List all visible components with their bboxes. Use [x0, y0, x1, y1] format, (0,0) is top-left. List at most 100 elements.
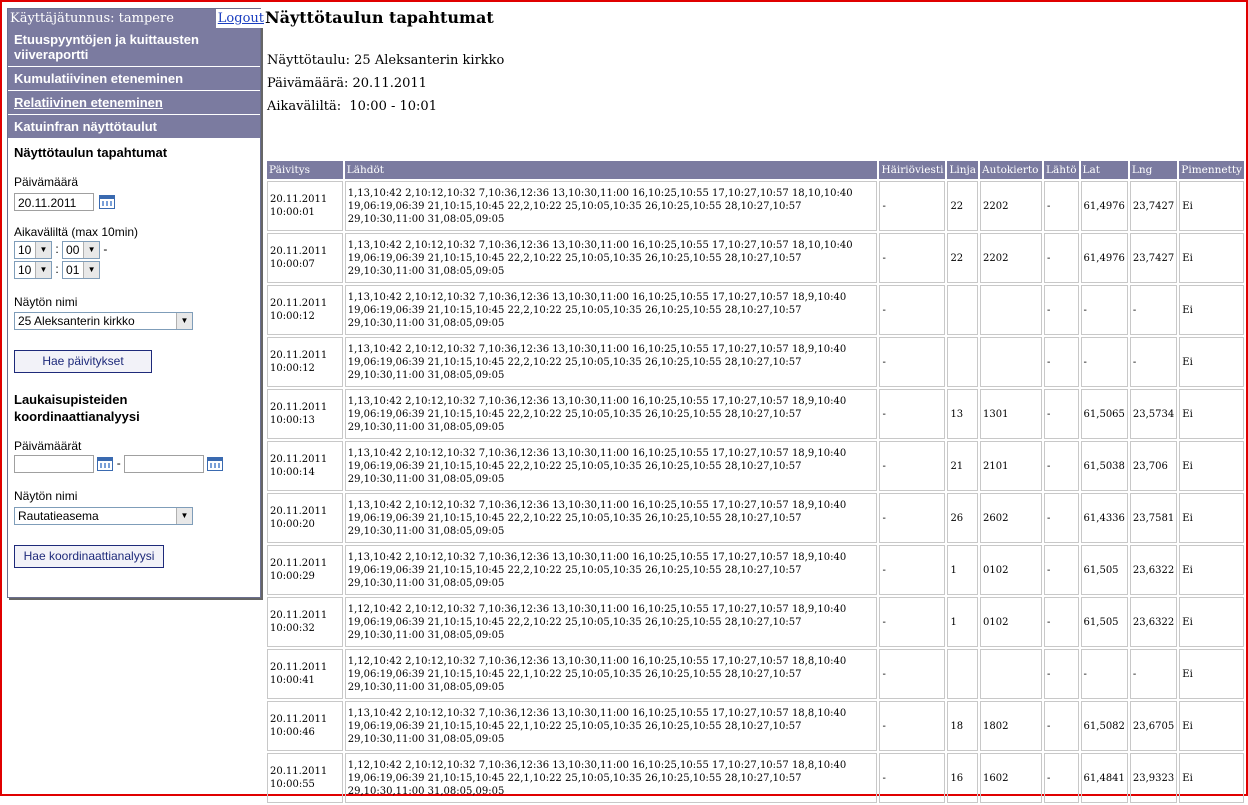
table-row: 20.11.2011 10:00:41 1,12,10:42 2,10:12,10:… [267, 649, 1244, 699]
nav-item-street-displays[interactable]: Katuinfran näyttötaulut [8, 114, 260, 138]
logout-link[interactable]: Logout [215, 9, 266, 28]
cell-lat: - [1080, 285, 1128, 335]
coord-display-value: Rautatieasema [18, 508, 99, 523]
cell-line: 1 [947, 597, 979, 647]
cell-lng: - [1129, 285, 1178, 335]
fetch-updates-button[interactable]: Hae päivitykset [14, 350, 152, 373]
coord-display-select[interactable]: Rautatieasema ▼ [14, 506, 193, 525]
table-row: 20.11.2011 10:00:20 1,13,10:42 2,10:12,10:… [267, 493, 1244, 543]
nav-item-label: Etuuspyyntöjen ja kuittausten viiverapor… [14, 32, 199, 62]
nav-item-relative-progress[interactable]: Relatiivinen eteneminen [8, 90, 260, 114]
update-date: 20.11.2011 [270, 298, 328, 309]
from-minute-select[interactable]: 00 ▼ [62, 240, 101, 259]
calendar-icon[interactable] [207, 457, 224, 471]
cell-disruption: - [879, 441, 946, 491]
update-time: 10:00:13 [270, 415, 315, 426]
cell-departures: 1,13,10:42 2,10:12,10:32 7,10:36,12:36 1… [344, 493, 878, 543]
update-time: 10:00:07 [270, 259, 315, 270]
interval-info-value: 10:00 - 10:01 [349, 99, 437, 114]
cell-vehicle-block: 0102 [980, 545, 1042, 595]
table-row: 20.11.2011 10:00:46 1,13,10:42 2,10:12,10:… [267, 701, 1244, 751]
cell-line: 1 [947, 545, 979, 595]
chevron-down-icon: ▼ [83, 241, 100, 258]
cell-dimmed: Ei [1179, 545, 1244, 595]
interval-info: Aikaväliltä: 10:00 - 10:01 [267, 99, 437, 114]
to-minute-select[interactable]: 01 ▼ [62, 260, 101, 279]
cell-lng: - [1129, 649, 1178, 699]
update-time: 10:00:01 [270, 207, 315, 218]
cell-disruption: - [879, 389, 946, 439]
to-minute-value: 01 [66, 262, 80, 277]
interval-label: Aikaväliltä (max 10min) [14, 224, 139, 239]
update-date: 20.11.2011 [270, 246, 328, 257]
chevron-down-icon: ▼ [176, 507, 192, 524]
board-info: Näyttötaulu: 25 Aleksanterin kirkko [267, 53, 504, 68]
table-row: 20.11.2011 10:00:29 1,13,10:42 2,10:12,10:… [267, 545, 1244, 595]
cell-vehicle-block: 2202 [980, 181, 1042, 231]
cell-vehicle-block [980, 337, 1042, 387]
cell-departures: 1,13,10:42 2,10:12,10:32 7,10:36,12:36 1… [344, 441, 878, 491]
update-date: 20.11.2011 [270, 194, 328, 205]
cell-update-time: 20.11.2011 10:00:07 [267, 233, 343, 283]
chevron-down-icon: ▼ [176, 313, 192, 329]
date-input[interactable]: 20.11.2011 [14, 192, 94, 211]
cell-departure: - [1044, 181, 1079, 231]
update-time: 10:00:12 [270, 311, 315, 322]
cell-line [947, 337, 979, 387]
chevron-down-icon: ▼ [35, 261, 51, 278]
to-hour-select[interactable]: 10 ▼ [14, 260, 52, 279]
cell-departure: - [1044, 337, 1079, 387]
username-label: Käyttäjätunnus: tampere [10, 11, 174, 26]
cell-lng: 23,5734 [1129, 389, 1178, 439]
cell-lng: 23,706 [1129, 441, 1178, 491]
cell-lat: 61,5038 [1080, 441, 1128, 491]
update-time: 10:00:20 [270, 519, 315, 530]
cell-departure: - [1044, 701, 1079, 751]
display-name-select[interactable]: 25 Aleksanterin kirkko ▼ [14, 312, 193, 330]
cell-vehicle-block: 2101 [980, 441, 1042, 491]
cell-vehicle-block: 1802 [980, 701, 1042, 751]
cell-vehicle-block: 2602 [980, 493, 1042, 543]
date-to-input[interactable] [124, 455, 205, 473]
date-info-value: 20.11.2011 [352, 76, 427, 91]
coord-analysis-button[interactable]: Hae koordinaattianalyysi [14, 544, 164, 568]
table-row: 20.11.2011 10:00:01 1,13,10:42 2,10:12,10:… [267, 181, 1244, 231]
column-header: Pimennetty [1179, 161, 1244, 179]
update-date: 20.11.2011 [270, 454, 328, 465]
cell-lng: 23,6322 [1129, 545, 1178, 595]
cell-dimmed: Ei [1179, 233, 1244, 283]
cell-disruption: - [879, 285, 946, 335]
cell-lat: 61,505 [1080, 597, 1128, 647]
to-hour-value: 10 [18, 262, 32, 277]
update-time: 10:00:55 [270, 779, 315, 790]
from-hour-value: 10 [18, 242, 32, 257]
cell-departure: - [1044, 545, 1079, 595]
column-header: Linja [947, 161, 979, 179]
cell-disruption: - [879, 233, 946, 283]
cell-update-time: 20.11.2011 10:00:29 [267, 545, 343, 595]
nav-item-cumulative-progress[interactable]: Kumulatiivinen eteneminen [8, 66, 260, 90]
nav-item-delay-report[interactable]: Etuuspyyntöjen ja kuittausten viiverapor… [8, 28, 260, 66]
calendar-icon[interactable] [97, 457, 114, 471]
update-time: 10:00:29 [270, 571, 315, 582]
date-from-input[interactable] [14, 455, 94, 473]
calendar-icon[interactable] [99, 194, 116, 209]
nav-item-label: Kumulatiivinen eteneminen [14, 71, 184, 86]
cell-lat: 61,5065 [1080, 389, 1128, 439]
cell-update-time: 20.11.2011 10:00:32 [267, 597, 343, 647]
cell-lat: - [1080, 337, 1128, 387]
update-time: 10:00:41 [270, 675, 315, 686]
cell-vehicle-block: 1301 [980, 389, 1042, 439]
table-body: 20.11.2011 10:00:01 1,13,10:42 2,10:12,10:… [267, 181, 1244, 803]
from-minute-value: 00 [66, 242, 80, 257]
from-hour-select[interactable]: 10 ▼ [14, 240, 52, 259]
cell-vehicle-block: 2202 [980, 233, 1042, 283]
table-row: 20.11.2011 10:00:07 1,13,10:42 2,10:12,10:… [267, 233, 1244, 283]
cell-dimmed: Ei [1179, 597, 1244, 647]
cell-departures: 1,13,10:42 2,10:12,10:32 7,10:36,12:36 1… [344, 545, 878, 595]
display-name-label: Näytön nimi [14, 489, 78, 503]
cell-update-time: 20.11.2011 10:00:14 [267, 441, 343, 491]
update-time: 10:00:32 [270, 623, 315, 634]
cell-line [947, 649, 979, 699]
nav-item-label: Relatiivinen eteneminen [14, 95, 163, 110]
